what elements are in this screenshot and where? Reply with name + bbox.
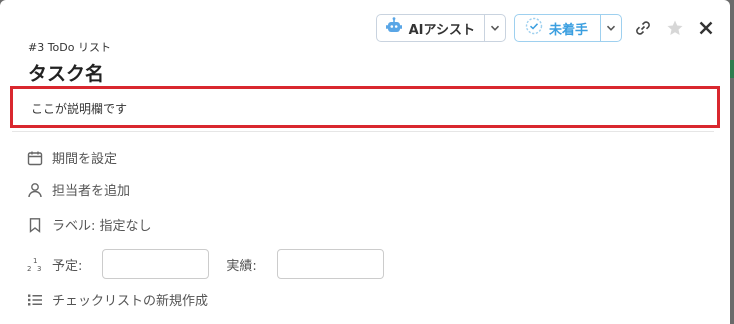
- ai-assist-label: AIアシスト: [408, 22, 475, 38]
- actual-input[interactable]: [276, 249, 384, 279]
- checklist-label: チェックリストの新規作成: [52, 294, 209, 309]
- actual-label: 実績:: [226, 258, 257, 274]
- chevron-down-icon: [606, 25, 616, 31]
- breadcrumb[interactable]: #3 ToDo リスト: [28, 39, 111, 55]
- description-field[interactable]: ここが説明欄です: [31, 100, 127, 117]
- close-icon: [699, 21, 713, 35]
- planned-input[interactable]: [102, 249, 210, 279]
- robot-icon: [385, 17, 403, 39]
- status-button[interactable]: 未着手: [515, 15, 600, 41]
- divider: [12, 131, 714, 132]
- svg-text:3: 3: [37, 265, 41, 273]
- assignee-row[interactable]: 担当者を追加: [26, 180, 130, 199]
- numbers-icon: 1 2 3: [26, 255, 44, 273]
- checklist-row[interactable]: チェックリストの新規作成: [26, 290, 208, 309]
- list-icon: [26, 291, 44, 309]
- assignee-label: 担当者を追加: [52, 184, 131, 199]
- ai-assist-dropdown[interactable]: [483, 15, 505, 41]
- bookmark-icon: [26, 216, 44, 234]
- label-row[interactable]: ラベル: 指定なし: [26, 215, 152, 234]
- task-toolbar: AIアシスト 未着手: [375, 14, 714, 42]
- copy-link-button[interactable]: [634, 19, 652, 37]
- task-title[interactable]: タスク名: [28, 59, 104, 86]
- status-dropdown[interactable]: [600, 15, 621, 41]
- star-icon: [667, 20, 683, 35]
- description-highlight-box: ここが説明欄です: [10, 86, 720, 128]
- link-icon: [636, 21, 650, 35]
- planned-label: 予定:: [52, 258, 83, 274]
- due-date-label: 期間を設定: [52, 152, 118, 167]
- label-value: ラベル: 指定なし: [52, 219, 152, 234]
- person-icon: [26, 181, 44, 199]
- svg-text:1: 1: [33, 257, 37, 265]
- time-estimate-row: 1 2 3 予定: 実績:: [26, 249, 401, 279]
- chevron-down-icon: [490, 25, 500, 31]
- task-detail-panel: AIアシスト 未着手 #3 ToDo リスト タスク名 ここが説明欄です 期間を…: [0, 0, 730, 324]
- ai-assist-button[interactable]: AIアシスト: [377, 15, 484, 41]
- svg-text:2: 2: [27, 265, 31, 273]
- status-label: 未着手: [548, 22, 588, 38]
- calendar-icon: [26, 149, 44, 167]
- check-circle-icon: [525, 17, 543, 39]
- star-button[interactable]: [666, 19, 684, 37]
- due-date-row[interactable]: 期間を設定: [26, 148, 117, 167]
- status-button-group: 未着手: [513, 14, 622, 42]
- close-button[interactable]: [698, 20, 714, 36]
- ai-assist-button-group: AIアシスト: [375, 14, 506, 42]
